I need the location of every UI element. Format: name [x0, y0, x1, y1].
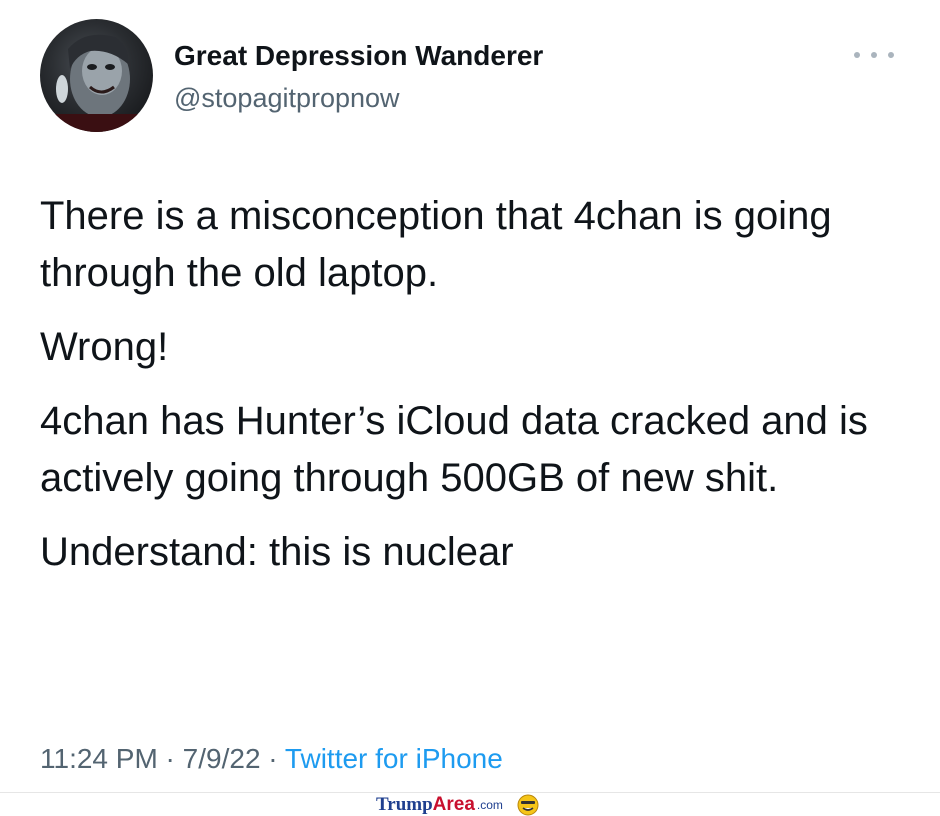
tweet-metadata: 11:24 PM · 7/9/22 · Twitter for iPhone	[40, 743, 503, 775]
meta-separator: ·	[157, 743, 183, 774]
meta-separator: ·	[260, 743, 285, 774]
ellipsis-icon	[888, 52, 894, 58]
tweet-time[interactable]: 11:24 PM	[40, 743, 158, 774]
smiley-face-icon	[517, 794, 539, 816]
tweet-source-link[interactable]: Twitter for iPhone	[285, 743, 503, 774]
tweet-paragraph: Wrong!	[40, 325, 169, 369]
tweet-text: There is a misconception that 4chan is g…	[40, 188, 920, 598]
tweet-paragraph: There is a misconception that 4chan is g…	[40, 194, 832, 295]
avatar-image	[50, 34, 145, 132]
avatar[interactable]	[40, 19, 153, 132]
watermark-text-area: Area	[432, 794, 475, 815]
watermark-text-trump: Trump	[376, 794, 433, 815]
tweet-card: Great Depression Wanderer @stopagitpropn…	[0, 0, 940, 792]
ellipsis-icon	[854, 52, 860, 58]
site-watermark: Trump Area .com	[376, 794, 539, 816]
tweet-paragraph: Understand: this is nuclear	[40, 530, 514, 574]
tweet-paragraph: 4chan has Hunter’s iCloud data cracked a…	[40, 399, 868, 500]
user-handle[interactable]: @stopagitpropnow	[174, 83, 400, 114]
tweet-date[interactable]: 7/9/22	[183, 743, 261, 774]
watermark-text-com: .com	[476, 798, 503, 812]
more-options-button[interactable]	[854, 44, 894, 66]
divider	[0, 792, 940, 793]
ellipsis-icon	[871, 52, 877, 58]
display-name[interactable]: Great Depression Wanderer	[174, 40, 543, 72]
